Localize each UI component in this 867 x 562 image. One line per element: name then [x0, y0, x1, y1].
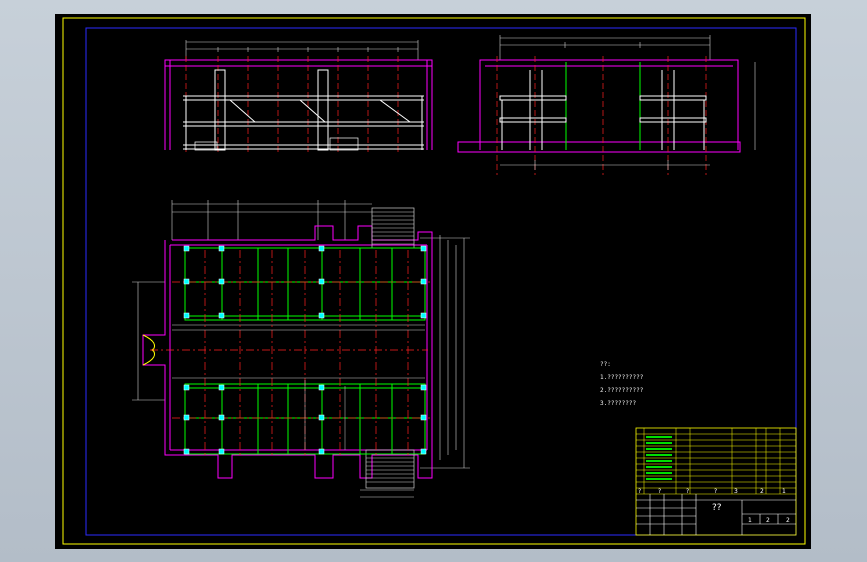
- sheet-number-1: 1: [748, 517, 752, 524]
- cad-viewport[interactable]: ? ? ? ? 3 2 1 ?? 1 2 2 ??: 1.?????????? …: [0, 0, 867, 562]
- drawing-title: ??: [712, 503, 722, 513]
- sheet-number-3: 2: [786, 517, 790, 524]
- notes-title: ??:: [600, 361, 611, 368]
- note-line-1: 1.??????????: [600, 374, 644, 381]
- tb-cell-a: ?: [638, 488, 641, 495]
- tb-cell-f: 2: [760, 488, 764, 495]
- sheet-background: [55, 14, 811, 549]
- note-line-2: 2.??????????: [600, 387, 644, 394]
- tb-cell-e: 3: [734, 488, 738, 495]
- sheet-number-2: 2: [766, 517, 770, 524]
- note-line-3: 3.????????: [600, 400, 637, 407]
- tb-cell-c: ?: [686, 488, 689, 495]
- tb-cell-b: ?: [658, 488, 661, 495]
- drawing-sheet[interactable]: ? ? ? ? 3 2 1 ?? 1 2 2: [0, 0, 867, 562]
- tb-cell-d: ?: [714, 488, 717, 495]
- technical-notes: ??: 1.?????????? 2.?????????? 3.????????: [600, 358, 643, 410]
- tb-cell-g: 1: [782, 488, 786, 495]
